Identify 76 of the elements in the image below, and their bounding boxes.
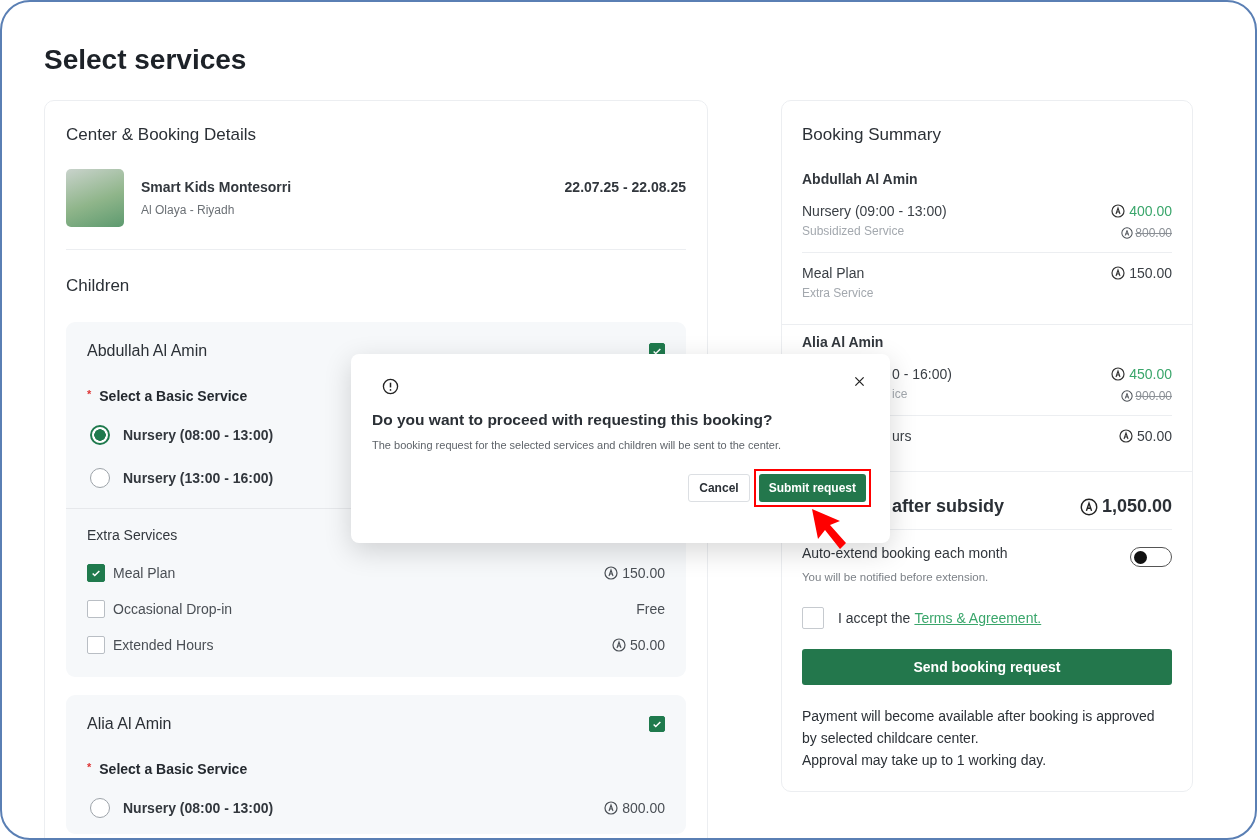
summary-title: Booking Summary <box>802 124 942 146</box>
currency-icon <box>611 638 626 652</box>
terms-text: I accept the <box>838 610 911 626</box>
extra-service: Occasional Drop-in <box>113 601 234 617</box>
service-option: Nursery (08:00 - 13:00) <box>123 799 274 816</box>
original-price: 800.00 <box>1111 226 1172 240</box>
required-mark: * <box>87 388 92 402</box>
field-label: Select a Basic Service <box>99 388 248 404</box>
radio-button[interactable] <box>90 797 110 818</box>
currency-icon <box>1111 367 1126 381</box>
price: 150.00 <box>1111 265 1172 281</box>
summary-service: Meal Plan <box>802 265 866 281</box>
send-request-button[interactable]: Send booking request <box>802 649 1172 685</box>
summary-service: Nursery (09:00 - 13:00) <box>802 203 947 219</box>
currency-icon <box>604 566 619 580</box>
checkbox[interactable] <box>87 564 105 582</box>
child-name: Abdullah Al Amin <box>87 342 208 360</box>
center-location: Al Olaya - Riyadh <box>141 203 236 217</box>
currency-icon <box>1111 266 1126 280</box>
info-icon <box>382 378 399 395</box>
currency-icon <box>1118 429 1133 443</box>
section-title: Children <box>66 275 131 297</box>
dialog-button[interactable]: Submit request <box>758 474 866 502</box>
currency-icon <box>604 800 619 815</box>
required-mark: * <box>87 761 92 775</box>
approval-note: Payment will become available after booking is approved by selected childcare center. <box>802 707 1156 748</box>
currency-icon <box>1111 204 1126 218</box>
radio-button[interactable] <box>90 467 110 488</box>
terms-checkbox[interactable] <box>802 607 824 629</box>
checkbox[interactable] <box>87 636 105 654</box>
booking-dates: 22.07.25 - 22.08.25 <box>564 179 686 195</box>
summary-service: 0 - 16:00) <box>892 366 952 382</box>
price: Free <box>636 601 665 617</box>
dialog-button[interactable]: Cancel <box>688 474 750 502</box>
dialog-title: Do you want to proceed with requesting this booking? <box>372 411 774 429</box>
currency-icon <box>1079 497 1098 516</box>
child-checkbox[interactable] <box>649 716 665 732</box>
currency-icon <box>1121 390 1134 402</box>
total-amount: 1,050.00 <box>1079 496 1172 517</box>
summary-service: urs <box>892 428 912 444</box>
radio-button[interactable] <box>90 424 110 445</box>
price: 150.00 <box>604 565 665 581</box>
price: 50.00 <box>611 637 665 653</box>
dialog-message: The booking request for the selected services and children will be sent to the center. <box>372 439 783 451</box>
center-name: Smart Kids Montesorri <box>141 179 293 195</box>
page-title: Select services <box>44 43 248 77</box>
currency-icon <box>1121 227 1134 239</box>
service-option: Nursery (08:00 - 13:00) <box>123 426 274 443</box>
section-title: Center & Booking Details <box>66 124 257 146</box>
service-note: ice <box>892 387 909 401</box>
price: 450.00 <box>1111 366 1172 382</box>
child-name: Alia Al Amin <box>802 334 885 350</box>
child-name: Alia Al Amin <box>87 715 172 733</box>
extra-service: Meal Plan <box>113 565 177 581</box>
approval-note: Approval may take up to 1 working day. <box>802 751 1048 770</box>
terms-link[interactable]: Terms & Agreement. <box>914 610 1042 626</box>
total-label: after subsidy <box>891 496 1005 517</box>
price: 800.00 <box>604 799 665 816</box>
check-icon <box>652 719 662 729</box>
photo-placeholder <box>66 169 124 227</box>
field-label: Select a Basic Service <box>99 761 248 777</box>
original-price: 900.00 <box>1111 389 1172 403</box>
checkbox[interactable] <box>87 600 105 618</box>
extras-title: Extra Services <box>87 527 179 543</box>
service-note: Subsidized Service <box>802 224 906 238</box>
close-icon[interactable] <box>854 376 865 387</box>
service-note: Extra Service <box>802 286 874 300</box>
child-name: Abdullah Al Amin <box>802 171 919 187</box>
auto-extend-hint: You will be notified before extension. <box>802 571 990 583</box>
price: 50.00 <box>1118 428 1172 444</box>
extra-service: Extended Hours <box>113 637 215 653</box>
auto-extend-label: Auto-extend booking each month <box>802 545 1008 561</box>
toggle-switch[interactable] <box>1130 547 1172 567</box>
price: 400.00 <box>1111 203 1172 219</box>
check-icon <box>91 568 101 578</box>
service-option: Nursery (13:00 - 16:00) <box>123 469 274 486</box>
